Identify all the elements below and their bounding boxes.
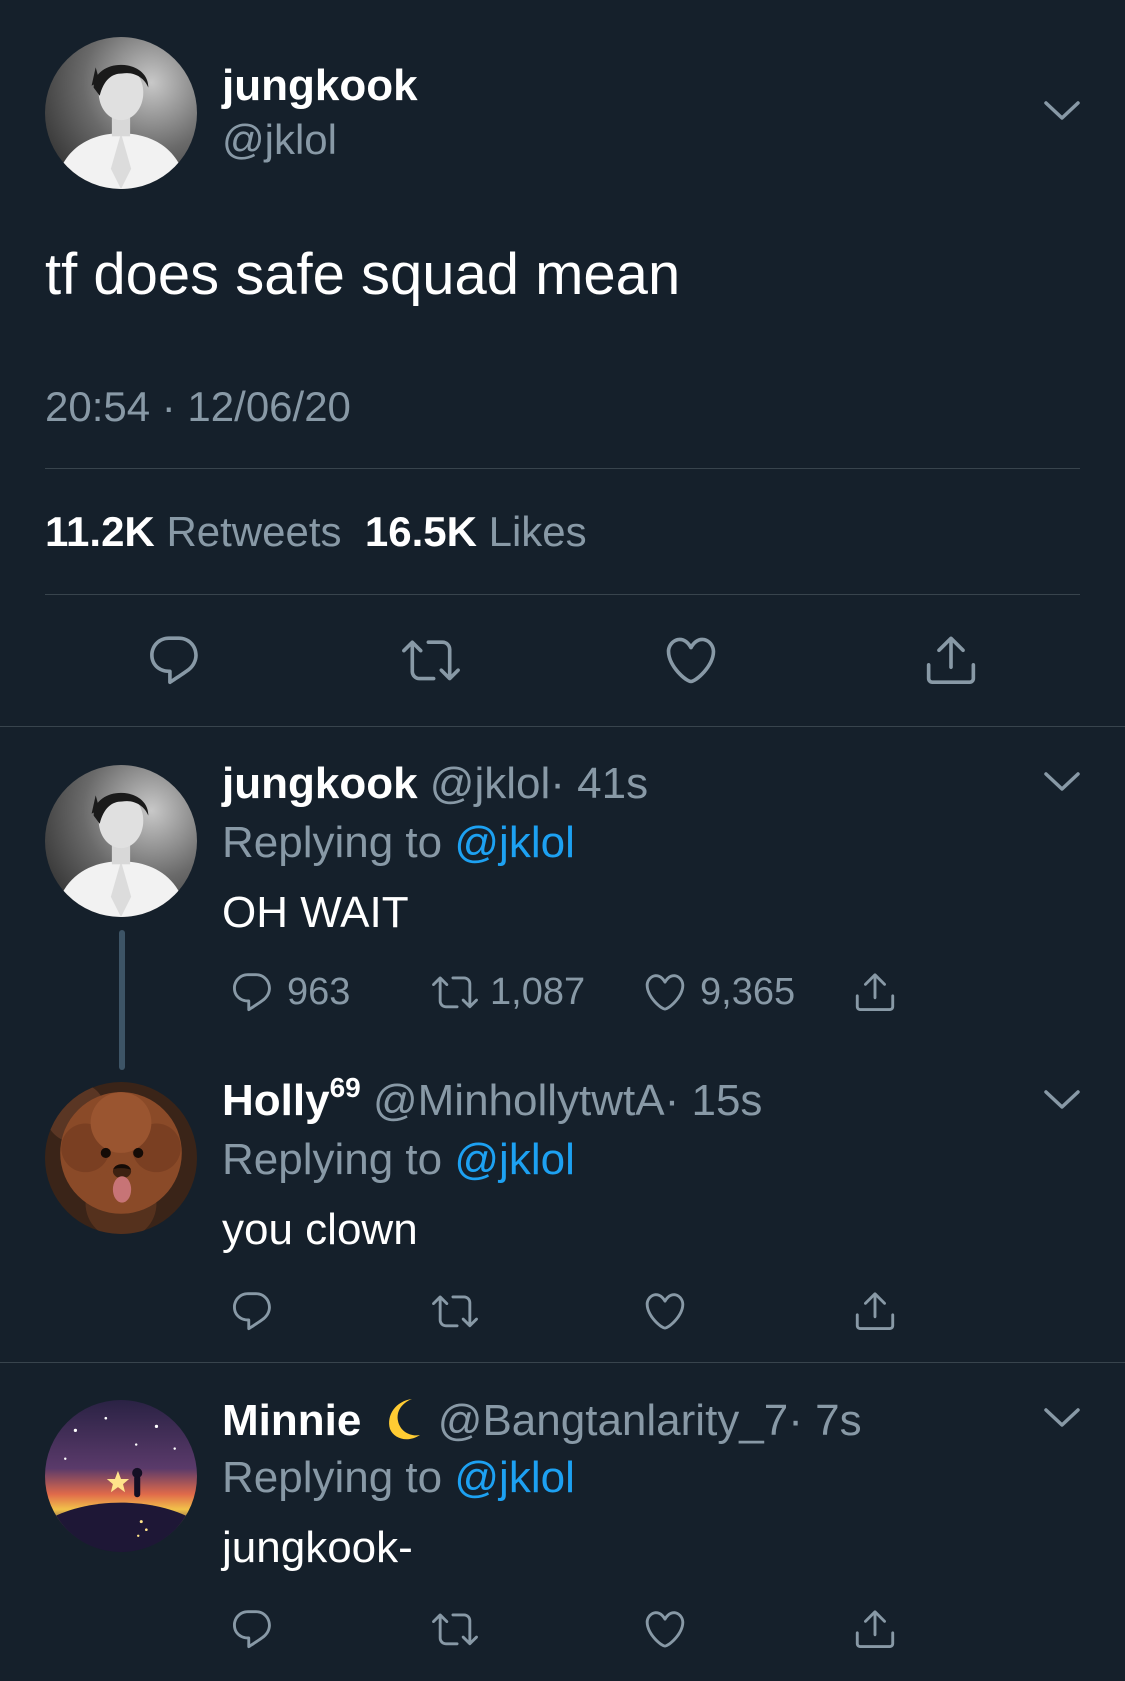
share-button[interactable] (852, 1286, 898, 1336)
retweet-button[interactable] (402, 631, 460, 689)
divider (0, 726, 1125, 727)
like-count: 9,365 (700, 971, 796, 1013)
reply-author-name-text: Holly (222, 1076, 330, 1125)
replying-to: Replying to @jklol (222, 1452, 575, 1504)
heart-icon (642, 1288, 688, 1334)
share-icon (852, 1606, 898, 1652)
retweets-label[interactable]: Retweets (166, 508, 341, 555)
replying-to-prefix: Replying to (222, 1453, 443, 1502)
avatar[interactable] (45, 37, 197, 189)
tweet-stats: 11.2K Retweets 16.5K Likes (45, 507, 587, 557)
main-tweet-author-handle[interactable]: @jklol (222, 115, 337, 165)
reply-button[interactable] (229, 1604, 275, 1654)
retweet-count: 1,087 (490, 971, 586, 1013)
reply-author-handle[interactable]: @Bangtanlarity_7 (438, 1396, 788, 1445)
divider (45, 468, 1080, 469)
share-icon (852, 969, 898, 1015)
replying-to-prefix: Replying to (222, 818, 443, 867)
retweet-icon (432, 969, 478, 1015)
retweet-button[interactable] (432, 1604, 478, 1654)
reply-author-name[interactable]: jungkook (222, 759, 418, 808)
reply-button[interactable] (229, 1286, 275, 1336)
reply-header: jungkook @jklol· 41s (222, 758, 648, 810)
reply-button[interactable] (145, 631, 203, 689)
retweet-icon (402, 631, 460, 689)
main-tweet-text: tf does safe squad mean (45, 242, 681, 307)
likes-count[interactable]: 16.5K (365, 508, 477, 555)
reply-header: Minnie @Bangtanlarity_7· 7s (222, 1393, 862, 1447)
share-button[interactable] (852, 967, 898, 1017)
reply-icon (229, 969, 275, 1015)
share-button[interactable] (922, 631, 980, 689)
reply-author-name-superscript: 69 (329, 1072, 361, 1103)
divider (0, 1362, 1125, 1363)
retweet-icon (432, 1288, 478, 1334)
reply-time[interactable]: · 7s (788, 1396, 861, 1445)
heart-icon (662, 631, 720, 689)
reply-time[interactable]: · 41s (550, 759, 648, 808)
replying-to-prefix: Replying to (222, 1135, 443, 1184)
avatar[interactable] (45, 1400, 197, 1552)
retweet-button[interactable] (432, 1286, 478, 1336)
reply-header: Holly69 @MinhollytwtA· 15s (222, 1074, 763, 1127)
chevron-down-icon[interactable] (1042, 1405, 1082, 1431)
heart-icon (642, 1606, 688, 1652)
replying-to: Replying to @jklol (222, 1134, 575, 1186)
retweets-count[interactable]: 11.2K (45, 508, 155, 555)
reply-author-name[interactable]: Holly69 (222, 1074, 361, 1126)
reply-button[interactable]: 963 (229, 967, 350, 1017)
reply-icon (229, 1288, 275, 1334)
crescent-moon-emoji (388, 1399, 420, 1440)
retweet-icon (432, 1606, 478, 1652)
main-tweet-author-name[interactable]: jungkook (222, 60, 418, 112)
reply-time[interactable]: · 15s (665, 1076, 763, 1125)
reply-icon (145, 631, 203, 689)
reply-text: jungkook- (222, 1523, 413, 1572)
avatar-image (45, 1400, 197, 1552)
reply-author-handle[interactable]: @MinhollytwtA (373, 1076, 665, 1125)
avatar-image (45, 37, 197, 189)
main-tweet-timestamp[interactable]: 20:54 · 12/06/20 (45, 382, 351, 432)
avatar-image (45, 1082, 197, 1234)
replying-to-link[interactable]: @jklol (454, 1453, 574, 1502)
chevron-down-icon[interactable] (1042, 98, 1082, 124)
reply-author-name[interactable]: Minnie (222, 1396, 361, 1445)
chevron-down-icon[interactable] (1042, 769, 1082, 795)
reply-icon (229, 1606, 275, 1652)
thread-connector-line (119, 930, 125, 1070)
like-button[interactable] (642, 1604, 688, 1654)
replying-to-link[interactable]: @jklol (454, 818, 574, 867)
reply-text: you clown (222, 1205, 418, 1254)
reply-count: 963 (287, 971, 351, 1013)
chevron-down-icon[interactable] (1042, 1087, 1082, 1113)
reply-text: OH WAIT (222, 888, 409, 937)
share-icon (922, 631, 980, 689)
avatar-image (45, 765, 197, 917)
like-button[interactable] (642, 1286, 688, 1336)
retweet-button[interactable]: 1,087 (432, 967, 585, 1017)
replying-to-link[interactable]: @jklol (454, 1135, 574, 1184)
reply-author-handle[interactable]: @jklol (430, 759, 550, 808)
like-button[interactable] (662, 631, 720, 689)
replying-to: Replying to @jklol (222, 817, 575, 869)
share-button[interactable] (852, 1604, 898, 1654)
likes-label[interactable]: Likes (489, 508, 587, 555)
avatar[interactable] (45, 765, 197, 917)
like-button[interactable]: 9,365 (642, 967, 795, 1017)
divider (45, 594, 1080, 595)
heart-icon (642, 969, 688, 1015)
avatar[interactable] (45, 1082, 197, 1234)
share-icon (852, 1288, 898, 1334)
